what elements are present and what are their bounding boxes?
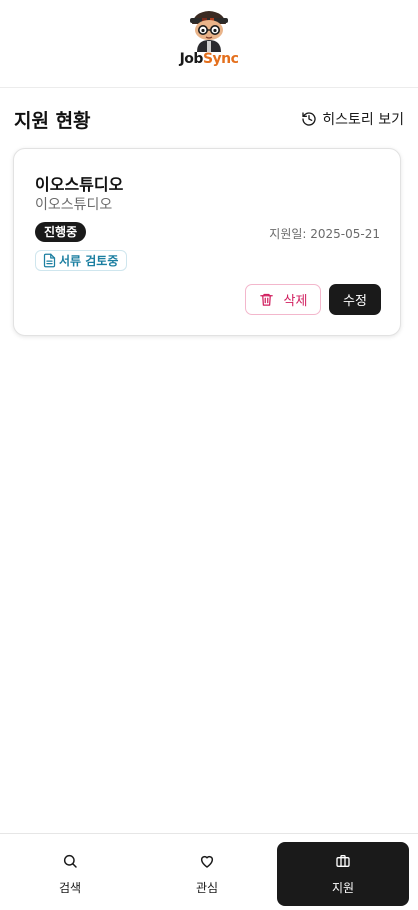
nav-search-label: 검색 [58, 880, 82, 895]
page-header: 지원 현황 히스토리 보기 [14, 104, 404, 134]
applied-date: 지원일: 2025-05-21 [269, 227, 380, 241]
application-card[interactable]: 이오스튜디오 이오스튜디오 진행중 지원일: 2025-05-21 서류 검토중… [13, 148, 401, 336]
nav-search[interactable]: 검색 [0, 842, 140, 906]
logo-wordmark: JobSync [174, 51, 244, 67]
company-name: 이오스튜디오 [35, 175, 124, 194]
bottom-nav: 검색 관심 지원 [0, 833, 418, 910]
nav-applications[interactable]: 지원 [277, 842, 409, 906]
history-label: 히스토리 보기 [322, 112, 404, 128]
edit-button[interactable]: 수정 [329, 284, 381, 315]
delete-label: 삭제 [283, 294, 308, 309]
edit-label: 수정 [343, 294, 367, 309]
document-icon [43, 253, 56, 268]
app-logo[interactable]: JobSync [174, 8, 244, 88]
search-icon [63, 854, 77, 868]
logo-sync: Sync [202, 51, 239, 67]
trash-icon [259, 293, 273, 306]
logo-job: Job [179, 51, 204, 67]
app-header: JobSync [0, 0, 418, 88]
stage-label: 서류 검토중 [59, 254, 119, 268]
stage-badge: 서류 검토중 [35, 250, 128, 271]
history-button[interactable]: 히스토리 보기 [301, 109, 404, 129]
delete-button[interactable]: 삭제 [245, 284, 321, 315]
nav-applications-label: 지원 [331, 880, 355, 895]
heart-icon [200, 855, 214, 868]
briefcase-icon [336, 854, 350, 867]
page-title: 지원 현황 [14, 109, 91, 132]
nav-favorites-label: 관심 [195, 880, 219, 895]
status-badge: 진행중 [35, 222, 87, 242]
nav-favorites[interactable]: 관심 [137, 842, 277, 906]
mascot-icon [190, 11, 228, 52]
history-icon [302, 112, 316, 126]
position-name: 이오스튜디오 [35, 197, 113, 213]
